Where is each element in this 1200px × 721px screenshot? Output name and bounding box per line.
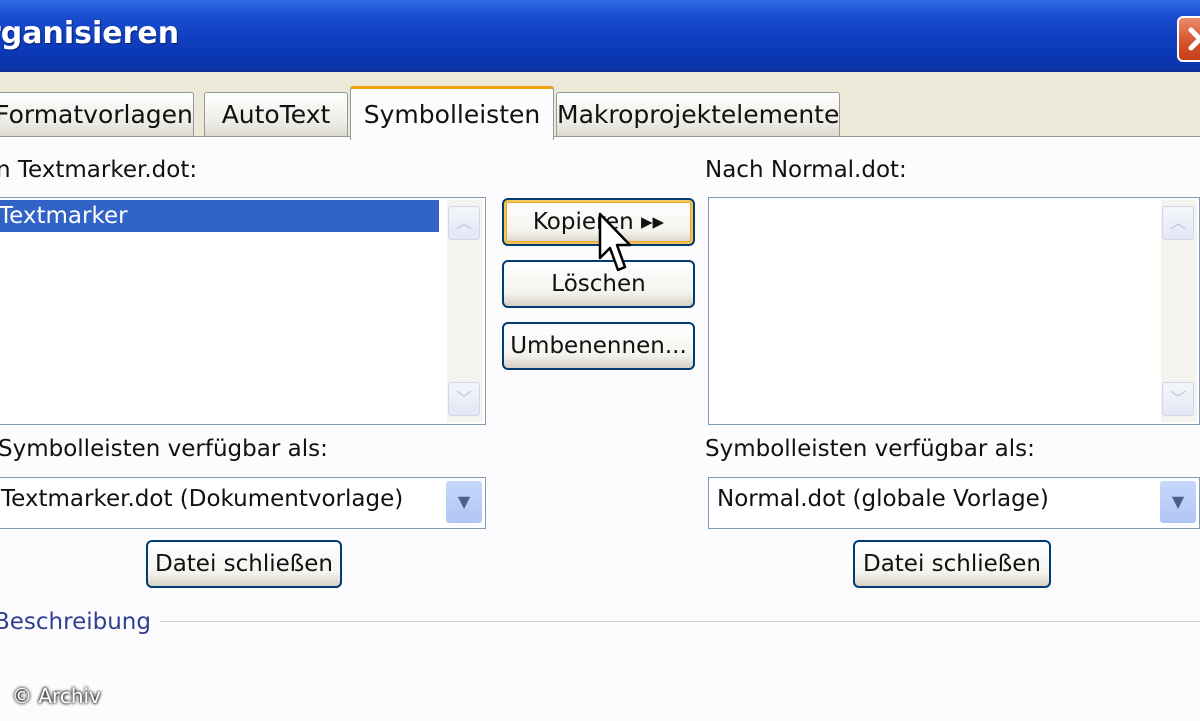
list-item[interactable]: Textmarker [0,200,439,232]
chevron-up-icon: ︿ [1169,213,1186,232]
scrollbar[interactable]: ︿ ﹀ [1161,200,1197,422]
right-available-value: Normal.dot (globale Vorlage) [717,486,1049,512]
tab-bar: Formatvorlagen AutoText Symbolleisten Ma… [0,86,1200,140]
left-available-label: Symbolleisten verfügbar als: [0,436,328,462]
description-label: Beschreibung [0,609,151,635]
close-icon [1188,27,1200,51]
chevron-down-icon: ▼ [457,492,471,511]
left-available-value: Textmarker.dot (Dokumentvorlage) [1,486,404,512]
window-title: rganisieren [0,16,180,51]
mouse-pointer-icon [598,212,632,272]
right-available-label: Symbolleisten verfügbar als: [705,436,1035,462]
left-available-dropdown[interactable]: Textmarker.dot (Dokumentvorlage) ▼ [0,477,486,529]
scroll-down-button[interactable]: ﹀ [448,382,480,416]
copyright-watermark: © Archiv [12,684,101,708]
left-close-file-button[interactable]: Datei schließen [146,540,342,588]
scroll-down-button[interactable]: ﹀ [1162,382,1194,416]
tab-makroprojektelemente[interactable]: Makroprojektelemente [556,92,840,136]
target-label: Nach Normal.dot: [705,157,907,183]
scroll-up-button[interactable]: ︿ [448,206,480,240]
source-listbox[interactable]: Textmarker ︿ ﹀ [0,197,486,425]
dropdown-button[interactable]: ▼ [446,481,482,523]
tab-formatvorlagen[interactable]: Formatvorlagen [0,92,194,136]
tab-autotext[interactable]: AutoText [204,92,348,136]
chevron-down-icon: ▼ [1171,492,1185,511]
rename-button[interactable]: Umbenennen... [502,322,695,370]
tab-symbolleisten[interactable]: Symbolleisten [350,86,554,140]
dropdown-button[interactable]: ▼ [1160,481,1196,523]
chevron-down-icon: ﹀ [1169,389,1186,408]
right-available-dropdown[interactable]: Normal.dot (globale Vorlage) ▼ [708,477,1200,529]
title-bar: rganisieren [0,0,1200,72]
group-divider [160,621,1200,622]
close-button[interactable] [1177,16,1200,62]
scrollbar[interactable]: ︿ ﹀ [447,200,483,422]
source-label: n Textmarker.dot: [0,157,198,183]
scroll-up-button[interactable]: ︿ [1162,206,1194,240]
right-close-file-button[interactable]: Datei schließen [853,540,1051,588]
chevron-down-icon: ﹀ [455,389,472,408]
chevron-up-icon: ︿ [455,213,472,232]
target-listbox[interactable]: ︿ ﹀ [708,197,1200,425]
